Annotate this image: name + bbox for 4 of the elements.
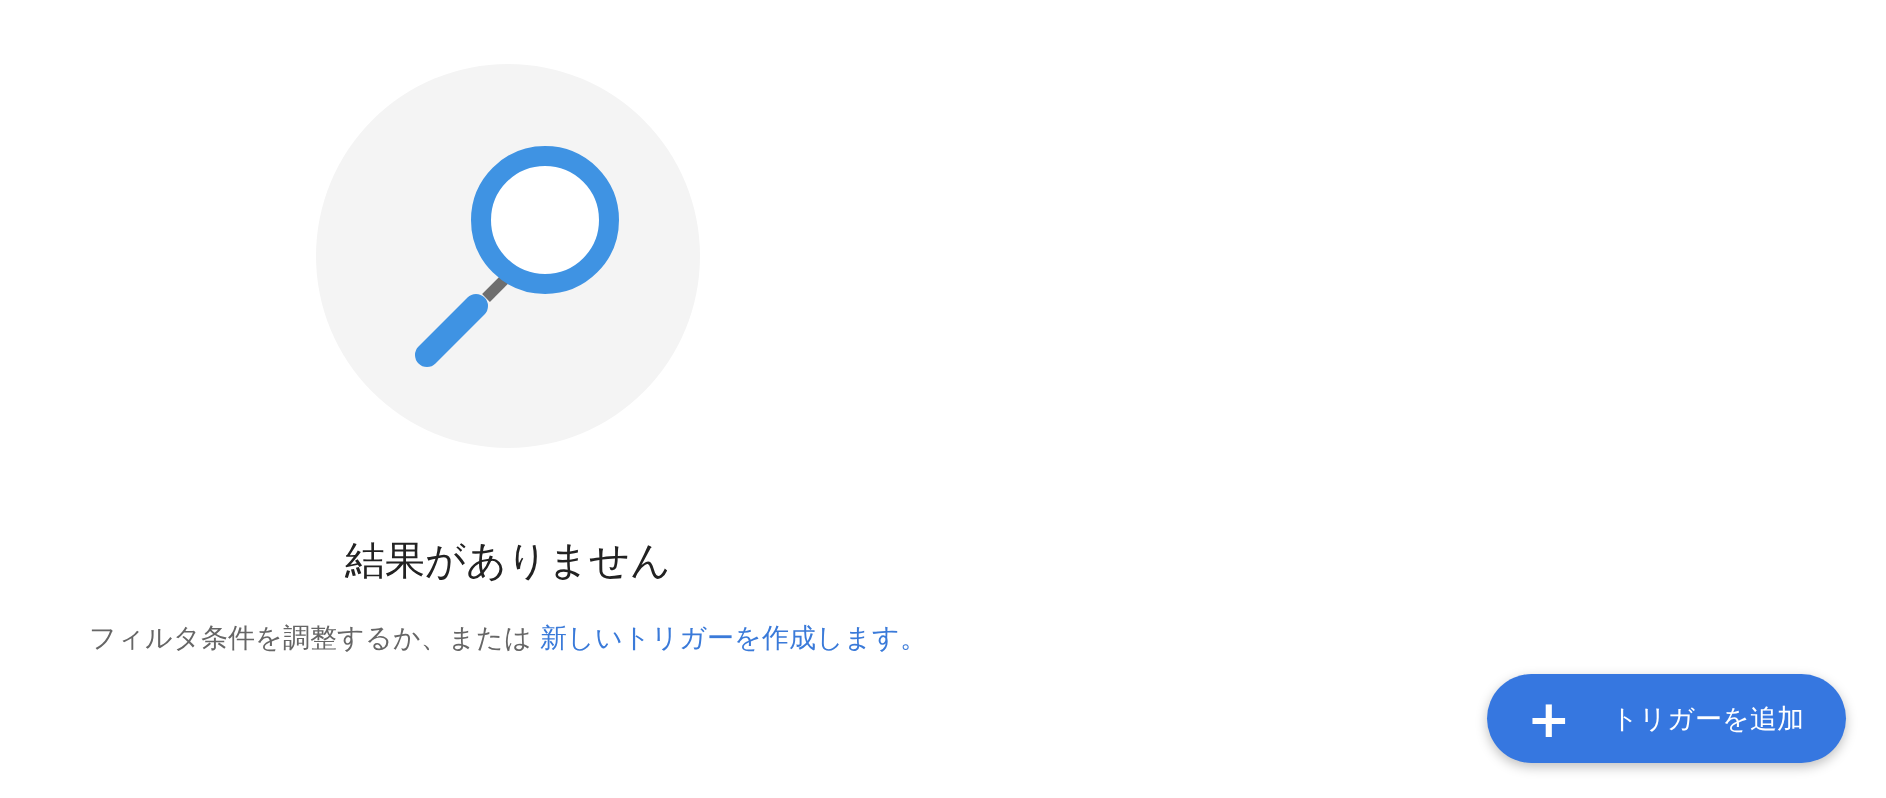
add-trigger-button[interactable]: + トリガーを追加 bbox=[1487, 674, 1846, 763]
empty-title: 結果がありません bbox=[345, 536, 671, 585]
create-trigger-link[interactable]: 新しいトリガーを作成します。 bbox=[540, 622, 928, 653]
empty-message: フィルタ条件を調整するか、または 新しいトリガーを作成します。 bbox=[88, 621, 928, 655]
